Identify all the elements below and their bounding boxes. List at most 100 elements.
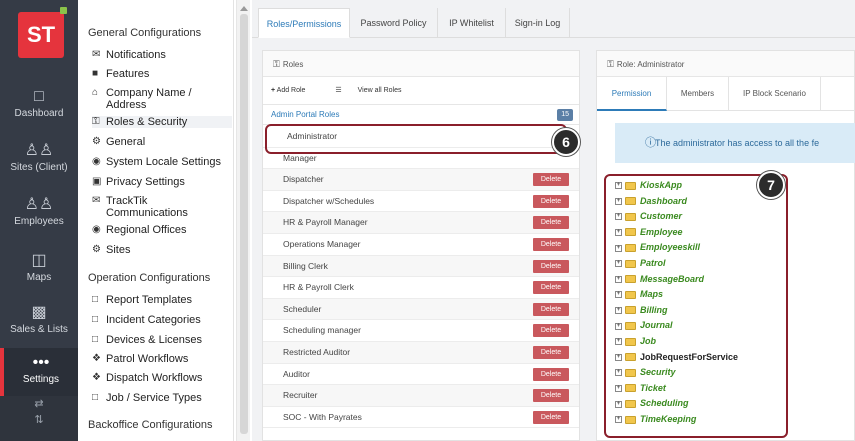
menu-item-privacy[interactable]: ▣ Privacy Settings [92, 176, 232, 188]
role-row[interactable]: Scheduler Delete [263, 298, 579, 321]
nav-dashboard[interactable]: □ Dashboard [0, 82, 78, 134]
role-row[interactable]: Operations Manager Delete [263, 234, 579, 256]
nav-label: Employees [14, 216, 64, 227]
role-row[interactable]: Billing Clerk Delete [263, 255, 579, 278]
scroll-up-arrow-icon[interactable] [240, 6, 248, 11]
add-role-button[interactable]: + Add Role [271, 87, 319, 94]
role-row[interactable]: Restricted Auditor Delete [263, 342, 579, 364]
role-tabs: Permission Members IP Block Scenario [597, 77, 854, 111]
delete-role-button[interactable]: Delete [533, 173, 569, 187]
role-row[interactable]: Dispatcher Delete [263, 169, 579, 191]
menu-item-label: Notifications [106, 49, 166, 61]
tab-members[interactable]: Members [667, 77, 729, 111]
scroll-thumb[interactable] [240, 14, 248, 434]
role-row[interactable]: Scheduling manager Delete [263, 320, 579, 342]
menu-item-label: Privacy Settings [106, 176, 185, 188]
tab-password-policy[interactable]: Password Policy [350, 8, 438, 38]
role-row[interactable]: HR & Payroll Clerk Delete [263, 277, 579, 299]
status-dot [60, 7, 67, 14]
tab-permission[interactable]: Permission [597, 77, 667, 111]
role-name: Dispatcher w/Schedules [283, 195, 375, 206]
menu-item-roles-security[interactable]: ⚿ Roles & Security [92, 116, 232, 128]
add-role-label: Add Role [276, 87, 306, 94]
nav-sites-client[interactable]: ♙♙ Sites (Client) [0, 136, 78, 188]
nav-bottom-controls: ⇄ ⇅ [0, 396, 78, 441]
role-row[interactable]: Dispatcher w/Schedules Delete [263, 190, 579, 213]
nav-maps[interactable]: ◫ Maps [0, 246, 78, 298]
menu-item-company-name[interactable]: ⌂ Company Name / Address [92, 87, 232, 111]
delete-role-button[interactable]: Delete [533, 302, 569, 316]
view-all-roles-button[interactable]: ☰ View all Roles [335, 87, 415, 94]
key-icon: ⚿ [273, 59, 280, 69]
delete-role-button[interactable]: Delete [533, 281, 569, 295]
menu-item-report-templates[interactable]: □ Report Templates [92, 294, 232, 306]
key-icon: ⚿ [92, 116, 100, 127]
key-icon: ⚿ [607, 59, 614, 69]
delete-role-button[interactable]: Delete [533, 410, 569, 424]
menu-item-label: Company Name / Address [106, 87, 192, 111]
delete-role-button[interactable]: Delete [533, 389, 569, 403]
menu-item-features[interactable]: ■ Features [92, 68, 232, 80]
delete-role-button[interactable]: Delete [533, 346, 569, 359]
menu-item-general[interactable]: ⚙ General [92, 136, 232, 148]
role-name: SOC - With Payrates [283, 411, 362, 422]
main-nav: ST □ Dashboard ♙♙ Sites (Client) ♙♙ Empl… [0, 0, 78, 441]
delete-role-button[interactable]: Delete [533, 238, 569, 251]
envelope-icon: ✉ [92, 195, 101, 206]
delete-role-button[interactable]: Delete [533, 259, 569, 273]
file-icon: □ [92, 314, 99, 325]
file-icon: □ [92, 294, 99, 305]
role-row[interactable]: Auditor Delete [263, 363, 579, 386]
gear-icon: ⚙ [92, 136, 101, 147]
nav-employees[interactable]: ♙♙ Employees [0, 190, 78, 242]
menu-item-label: Incident Categories [106, 314, 201, 326]
delete-role-button[interactable]: Delete [533, 194, 569, 208]
nav-settings[interactable]: ••• Settings [0, 348, 78, 396]
role-row[interactable]: SOC - With Payrates Delete [263, 406, 579, 429]
menu-item-incident-categories[interactable]: □ Incident Categories [92, 314, 232, 326]
briefcase-icon: ■ [92, 68, 99, 79]
people-icon: ♙♙ [24, 142, 54, 159]
bar-chart-icon: ▩ [31, 304, 47, 321]
role-name: Recruiter [283, 390, 318, 401]
menu-item-notifications[interactable]: ✉ Notifications [92, 49, 232, 61]
menu-item-tracktik-communications[interactable]: ✉ TrackTik Communications [92, 195, 202, 219]
role-name: Manager [283, 152, 317, 163]
menu-item-system-locale[interactable]: ◉ System Locale Settings [92, 156, 232, 168]
role-row[interactable]: Recruiter Delete [263, 385, 579, 407]
delete-role-button[interactable]: Delete [533, 367, 569, 381]
tab-ip-whitelist[interactable]: IP Whitelist [438, 8, 506, 38]
admin-portal-roles-group[interactable]: Admin Portal Roles 15 [263, 105, 579, 125]
menu-item-patrol-workflows[interactable]: ❖ Patrol Workflows [92, 353, 232, 365]
menu-item-regional-offices[interactable]: ◉ Regional Offices [92, 224, 232, 236]
menu-item-devices-licenses[interactable]: □ Devices & Licenses [92, 334, 232, 346]
envelope-icon: ✉ [92, 49, 101, 60]
tab-roles-permissions[interactable]: Roles/Permissions [258, 8, 350, 38]
role-name: Scheduler [283, 303, 322, 314]
permission-tree-highlight [604, 174, 788, 438]
sort-icon[interactable]: ⇅ [0, 412, 78, 428]
info-alert: ⓘ The administrator has access to all th… [615, 123, 855, 163]
menu-item-label: Devices & Licenses [106, 334, 202, 346]
workflow-icon: ❖ [92, 372, 101, 383]
callout-badge: 6 [552, 128, 580, 156]
roles-panel: ⚿ Roles + Add Role ☰ View all Roles Admin… [262, 50, 580, 441]
nav-sales-lists[interactable]: ▩ Sales & Lists [0, 298, 78, 350]
menu-item-label: Patrol Workflows [106, 353, 189, 365]
globe-icon: ◉ [92, 156, 101, 167]
menu-item-label: Features [106, 68, 150, 80]
logo[interactable]: ST [18, 12, 64, 58]
delete-role-button[interactable]: Delete [533, 216, 569, 230]
delete-role-button[interactable]: Delete [533, 324, 569, 338]
menu-item-label: Regional Offices [106, 224, 187, 236]
swap-icon[interactable]: ⇄ [0, 396, 78, 412]
role-row[interactable]: HR & Payroll Manager Delete [263, 212, 579, 234]
menu-item-job-service-types[interactable]: □ Job / Service Types [92, 392, 232, 404]
menu-item-dispatch-workflows[interactable]: ❖ Dispatch Workflows [92, 372, 232, 384]
tab-sign-in-log[interactable]: Sign-in Log [506, 8, 570, 38]
home-icon: ⌂ [92, 87, 99, 98]
role-name: Operations Manager [283, 239, 361, 249]
tab-ip-block-scenario[interactable]: IP Block Scenario [729, 77, 821, 111]
menu-item-sites[interactable]: ⚙ Sites [92, 244, 232, 256]
menu-scrollbar[interactable] [236, 0, 250, 441]
